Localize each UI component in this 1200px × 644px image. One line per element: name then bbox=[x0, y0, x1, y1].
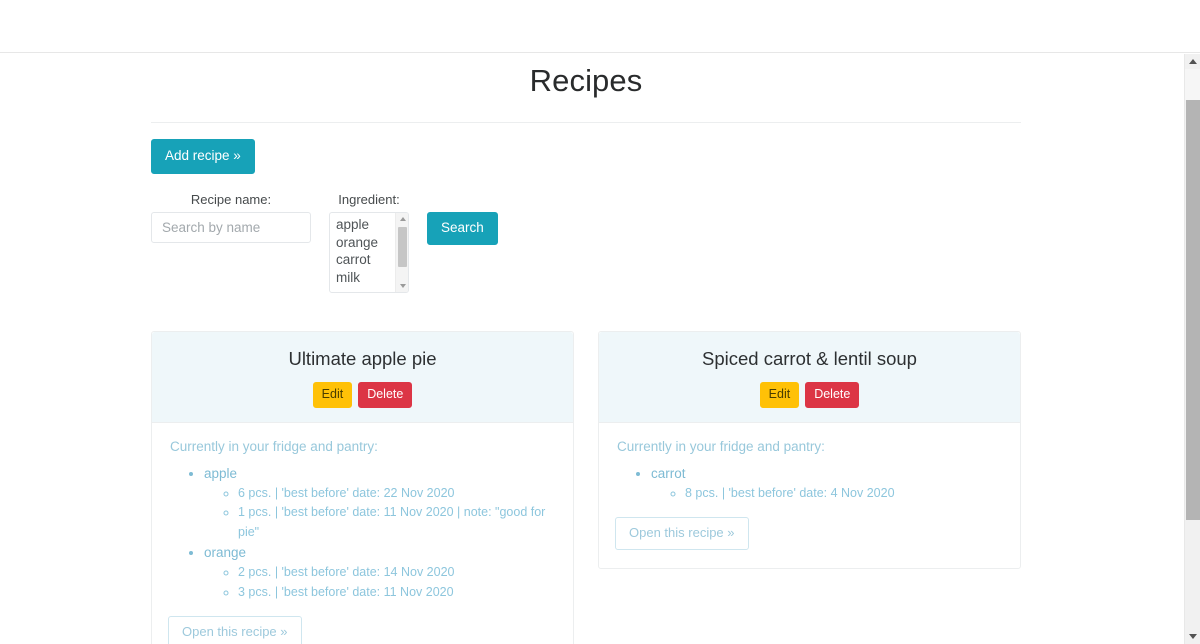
listbox-scroll-down-icon[interactable] bbox=[396, 280, 408, 292]
ingredient-entry-list: 6 pcs. | 'best before' date: 22 Nov 2020… bbox=[204, 484, 557, 543]
ingredient-entry-list: 2 pcs. | 'best before' date: 14 Nov 2020… bbox=[204, 563, 557, 602]
scrollbar-track[interactable] bbox=[1185, 69, 1200, 100]
recipe-card: Spiced carrot & lentil soup Edit Delete … bbox=[598, 331, 1021, 569]
list-item: 6 pcs. | 'best before' date: 22 Nov 2020 bbox=[238, 484, 557, 504]
search-submit-group: Search bbox=[427, 192, 498, 245]
recipe-card-actions: Edit Delete bbox=[164, 382, 561, 408]
search-input[interactable] bbox=[151, 212, 311, 244]
search-button[interactable]: Search bbox=[427, 212, 498, 245]
ingredient-label: Ingredient: bbox=[338, 192, 400, 208]
list-item: 2 pcs. | 'best before' date: 14 Nov 2020 bbox=[238, 563, 557, 583]
listbox-scrollbar[interactable] bbox=[395, 213, 408, 293]
recipe-title: Ultimate apple pie bbox=[288, 348, 437, 370]
open-recipe-wrap: Open this recipe » bbox=[615, 517, 1004, 550]
ingredient-name: orange bbox=[204, 545, 247, 561]
content-container: Recipes Add recipe » Recipe name: Ingred… bbox=[151, 54, 1021, 644]
open-recipe-button[interactable]: Open this recipe » bbox=[168, 616, 302, 644]
recipe-card: Ultimate apple pie Edit Delete Currently… bbox=[151, 331, 574, 644]
recipe-card-header: Spiced carrot & lentil soup Edit Delete bbox=[599, 332, 1020, 423]
ingredient-name: apple bbox=[204, 465, 238, 481]
pantry-intro-text: Currently in your fridge and pantry: bbox=[617, 438, 825, 454]
recipe-card-grid: Ultimate apple pie Edit Delete Currently… bbox=[151, 331, 1021, 644]
title-divider bbox=[151, 122, 1021, 124]
recipe-card-body: Currently in your fridge and pantry: app… bbox=[152, 423, 573, 644]
listbox-scroll-thumb[interactable] bbox=[398, 227, 407, 268]
recipe-name-label: Recipe name: bbox=[190, 192, 272, 208]
page-scrollbar[interactable] bbox=[1184, 54, 1200, 644]
ingredient-list: carrot 8 pcs. | 'best before' date: 4 No… bbox=[615, 464, 1004, 504]
pantry-intro-text: Currently in your fridge and pantry: bbox=[170, 438, 378, 454]
recipe-name-group: Recipe name: bbox=[151, 192, 311, 244]
listbox-scroll-up-icon[interactable] bbox=[396, 213, 408, 225]
ingredient-entry-list: 8 pcs. | 'best before' date: 4 Nov 2020 bbox=[651, 484, 1004, 504]
page-content: Recipes Add recipe » Recipe name: Ingred… bbox=[0, 54, 1184, 644]
recipe-card-actions: Edit Delete bbox=[611, 382, 1008, 408]
open-recipe-wrap: Open this recipe » bbox=[168, 616, 557, 644]
list-item: orange 2 pcs. | 'best before' date: 14 N… bbox=[204, 543, 557, 602]
edit-recipe-button[interactable]: Edit bbox=[312, 382, 353, 408]
recipe-card-header: Ultimate apple pie Edit Delete bbox=[152, 332, 573, 423]
ingredient-name: carrot bbox=[651, 465, 686, 481]
recipe-title: Spiced carrot & lentil soup bbox=[702, 348, 917, 370]
top-navbar bbox=[0, 0, 1200, 53]
list-item: 1 pcs. | 'best before' date: 11 Nov 2020… bbox=[238, 503, 557, 542]
scrollbar-thumb[interactable] bbox=[1186, 100, 1200, 520]
ingredient-listbox[interactable]: apple orange carrot milk bbox=[329, 212, 409, 294]
list-item: 8 pcs. | 'best before' date: 4 Nov 2020 bbox=[685, 484, 1004, 504]
open-recipe-button[interactable]: Open this recipe » bbox=[615, 517, 749, 550]
page-viewport: Recipes Add recipe » Recipe name: Ingred… bbox=[0, 54, 1184, 644]
list-item: apple 6 pcs. | 'best before' date: 22 No… bbox=[204, 464, 557, 543]
ingredient-list: apple 6 pcs. | 'best before' date: 22 No… bbox=[168, 464, 557, 603]
list-item: 3 pcs. | 'best before' date: 11 Nov 2020 bbox=[238, 583, 557, 603]
add-recipe-button[interactable]: Add recipe » bbox=[151, 139, 255, 175]
search-form: Recipe name: Ingredient: apple orange ca… bbox=[151, 192, 1021, 294]
scroll-up-arrow-icon[interactable] bbox=[1185, 54, 1200, 69]
delete-recipe-button[interactable]: Delete bbox=[358, 382, 413, 408]
recipe-card-body: Currently in your fridge and pantry: car… bbox=[599, 423, 1020, 568]
page-title: Recipes bbox=[529, 63, 643, 98]
delete-recipe-button[interactable]: Delete bbox=[805, 382, 860, 408]
scroll-down-arrow-icon[interactable] bbox=[1185, 629, 1200, 644]
list-item: carrot 8 pcs. | 'best before' date: 4 No… bbox=[651, 464, 1004, 504]
edit-recipe-button[interactable]: Edit bbox=[759, 382, 800, 408]
ingredient-group: Ingredient: apple orange carrot milk bbox=[329, 192, 409, 294]
